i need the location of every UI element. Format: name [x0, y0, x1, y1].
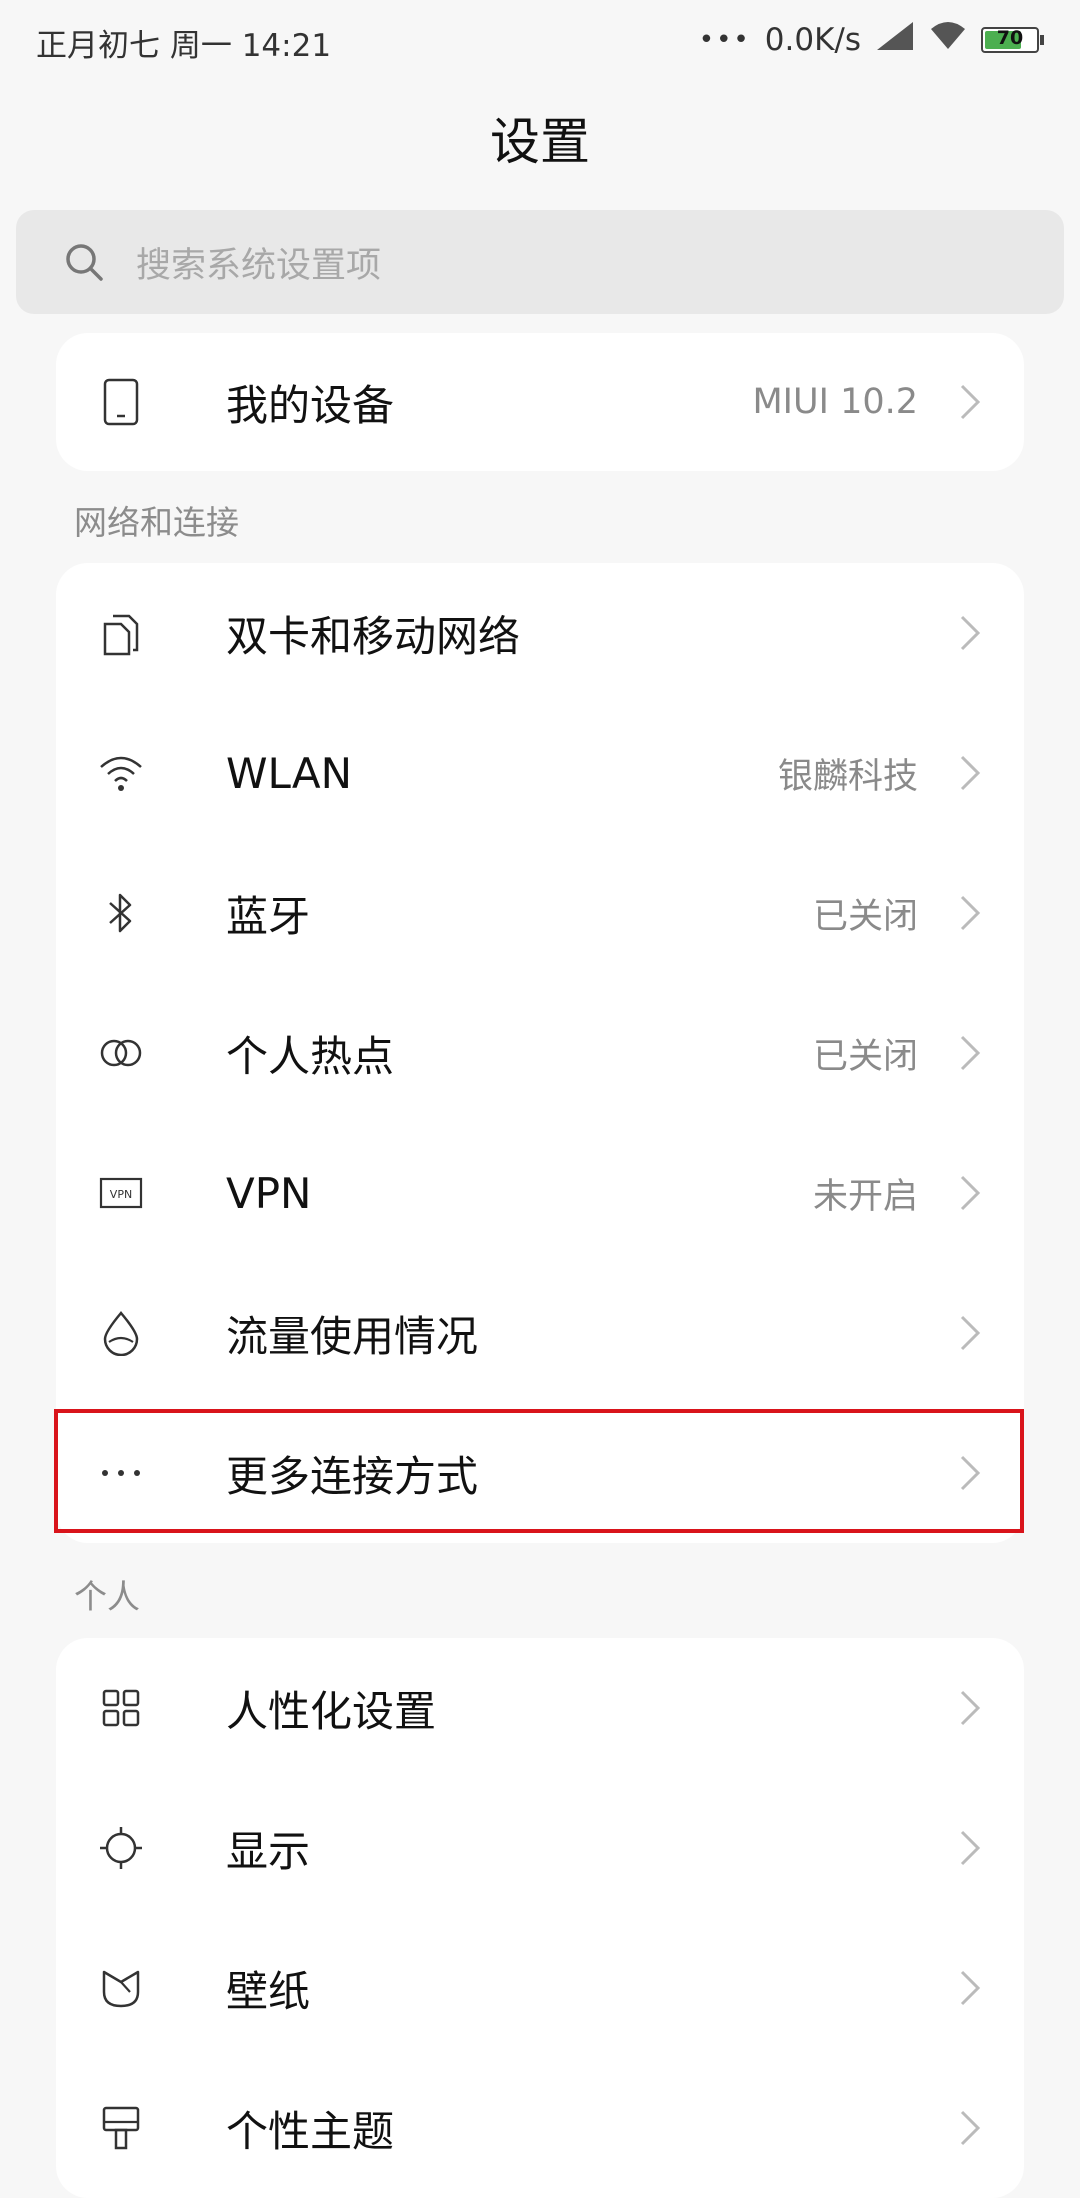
data-usage-icon: [96, 1308, 146, 1358]
list-item-display[interactable]: 显示: [56, 1778, 1024, 1918]
item-value: 已关闭: [812, 896, 918, 937]
chevron-right-icon: [960, 2110, 981, 2146]
sidebar-item-sim[interactable]: 双卡和移动网络: [56, 563, 1024, 703]
list-item-themes[interactable]: 个性主题: [56, 2058, 1024, 2198]
search-placeholder: 搜索系统设置项: [136, 245, 382, 286]
section-header-personal: 个人: [74, 1577, 140, 1616]
chevron-right-icon: [960, 384, 981, 420]
my-device-item[interactable]: 我的设备 MIUI 10.2: [56, 333, 1024, 471]
status-date-time: 正月初七 周一 14:21: [36, 28, 332, 64]
item-label: 个性主题: [226, 2106, 395, 2156]
item-label: 人性化设置: [226, 1686, 437, 1736]
item-label: VPN: [226, 1168, 312, 1218]
chevron-right-icon: [960, 1315, 981, 1351]
personal-card: 人性化设置 显示 壁纸 个性主题: [56, 1638, 1024, 2198]
search-icon: [56, 234, 112, 290]
section-header-network: 网络和连接: [74, 503, 239, 542]
page-title: 设置: [490, 113, 590, 171]
wifi-status-icon: [929, 21, 967, 59]
item-value: 已关闭: [812, 1036, 918, 1077]
list-item-hotspot[interactable]: 个人热点 已关闭: [56, 983, 1024, 1123]
vpn-icon: VPN: [96, 1168, 146, 1218]
notification-dots-icon: •••: [698, 25, 751, 55]
list-item-bluetooth[interactable]: 蓝牙 已关闭: [56, 843, 1024, 983]
network-card: 双卡和移动网络 WLAN 银麟科技 蓝牙 已关闭 个人热点 已关闭 VPN VP…: [56, 563, 1024, 1543]
item-label: 壁纸: [226, 1966, 311, 2016]
item-label: 流量使用情况: [226, 1311, 479, 1361]
item-value: 银麟科技: [777, 756, 918, 797]
chevron-right-icon: [960, 1035, 981, 1071]
wifi-icon: [96, 748, 146, 798]
phone-icon: [96, 377, 146, 427]
sim-cards-icon: [96, 608, 146, 658]
wallpaper-icon: [96, 1963, 146, 2013]
list-item-more-connections[interactable]: 更多连接方式: [56, 1403, 1024, 1543]
list-item-personalization[interactable]: 人性化设置: [56, 1638, 1024, 1778]
chevron-right-icon: [960, 895, 981, 931]
item-label: 蓝牙: [226, 891, 311, 941]
item-label: 显示: [226, 1826, 311, 1876]
list-item-wlan[interactable]: WLAN 银麟科技: [56, 703, 1024, 843]
chevron-right-icon: [960, 1455, 981, 1491]
item-label: 更多连接方式: [226, 1451, 479, 1501]
theme-brush-icon: [96, 2103, 146, 2153]
item-label: 个人热点: [226, 1031, 395, 1081]
bluetooth-icon: [96, 888, 146, 938]
chevron-right-icon: [960, 1175, 981, 1211]
more-icon: [96, 1448, 146, 1498]
list-item-vpn[interactable]: VPN VPN 未开启: [56, 1123, 1024, 1263]
my-device-value: MIUI 10.2: [752, 382, 918, 422]
my-device-card: 我的设备 MIUI 10.2: [56, 333, 1024, 471]
chevron-right-icon: [960, 1830, 981, 1866]
item-label: 双卡和移动网络: [226, 611, 521, 661]
item-value: 未开启: [812, 1176, 918, 1217]
hotspot-icon: [96, 1028, 146, 1078]
my-device-label: 我的设备: [226, 380, 395, 430]
grid-icon: [96, 1683, 146, 1733]
network-speed: 0.0K/s: [764, 22, 861, 58]
item-label: WLAN: [226, 748, 353, 798]
status-indicators: ••• 0.0K/s 70: [699, 20, 1044, 60]
chevron-right-icon: [960, 1690, 981, 1726]
list-item-wallpaper[interactable]: 壁纸: [56, 1918, 1024, 2058]
search-input[interactable]: 搜索系统设置项: [16, 210, 1064, 314]
chevron-right-icon: [960, 1970, 981, 2006]
signal-icon: [875, 20, 915, 60]
list-item-data-usage[interactable]: 流量使用情况: [56, 1263, 1024, 1403]
chevron-right-icon: [960, 755, 981, 791]
battery-icon: 70: [981, 27, 1044, 53]
svg-text:VPN: VPN: [110, 1188, 132, 1201]
brightness-icon: [96, 1823, 146, 1873]
battery-level: 70: [996, 27, 1024, 49]
status-bar: 正月初七 周一 14:21 ••• 0.0K/s 70: [0, 0, 1080, 84]
chevron-right-icon: [960, 615, 981, 651]
